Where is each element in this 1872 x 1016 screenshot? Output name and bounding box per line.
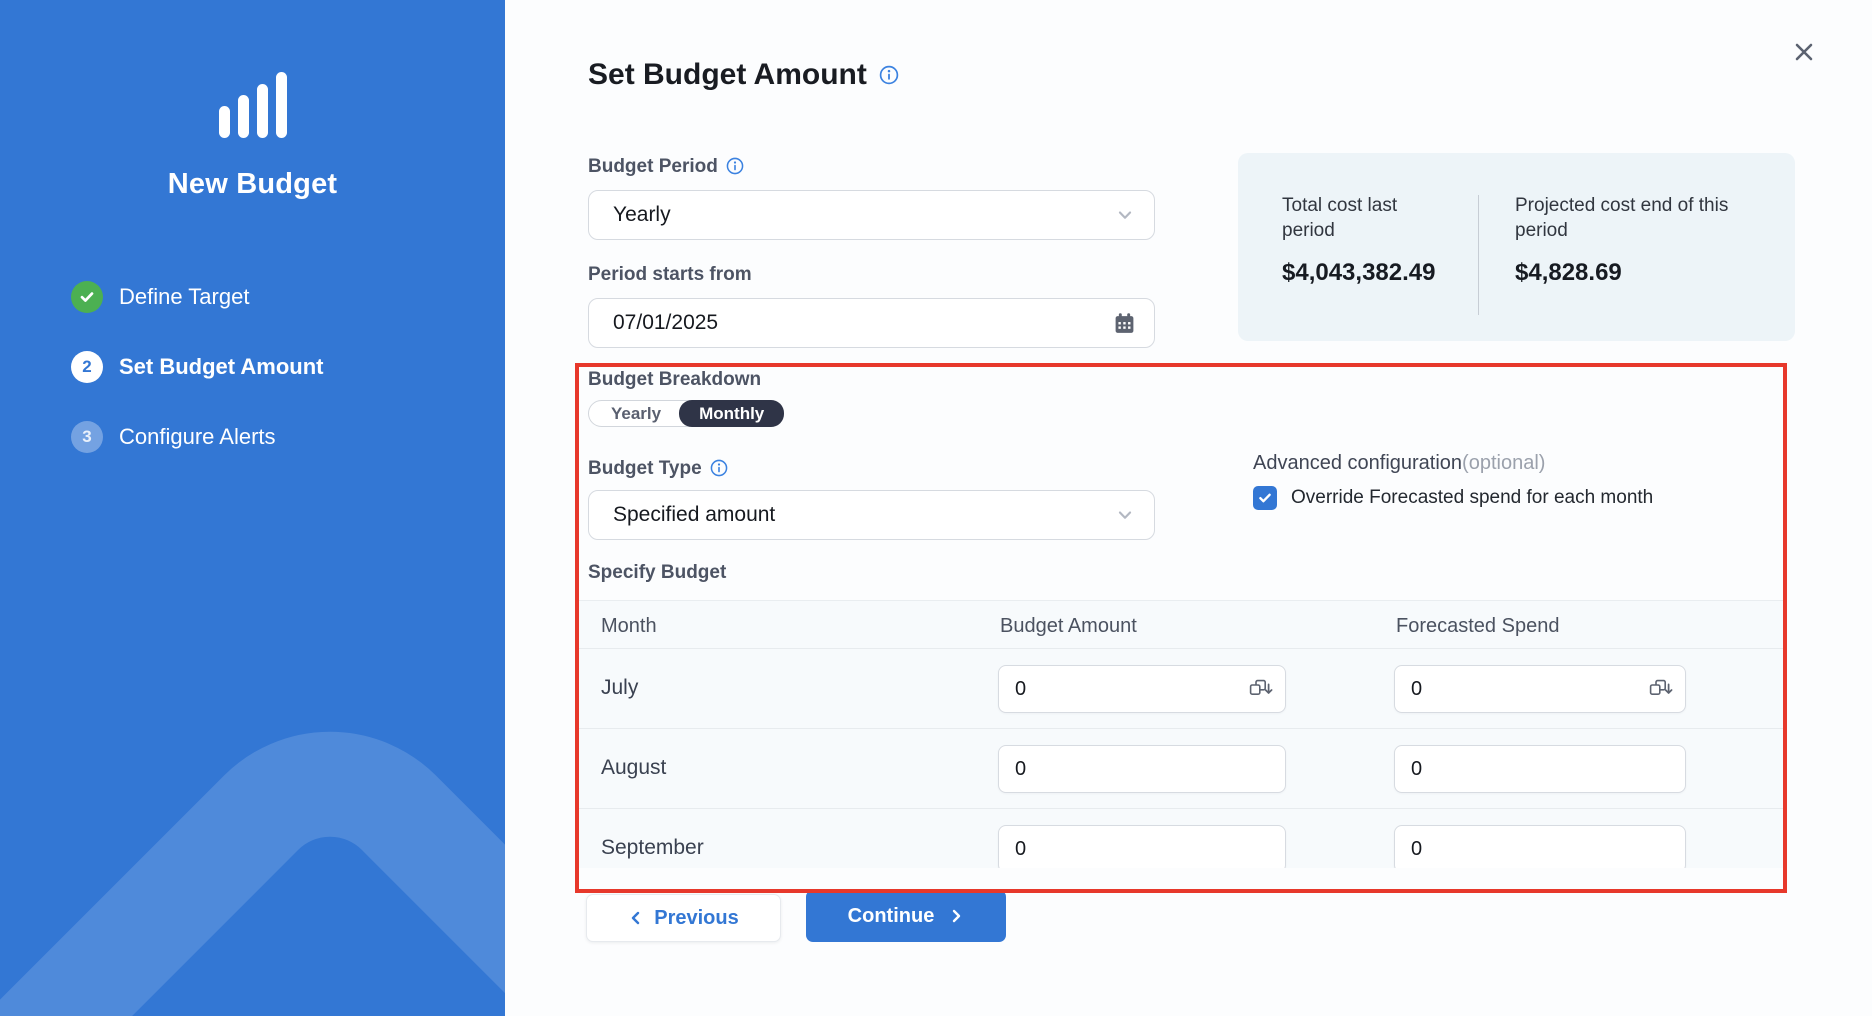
summary-divider: [1478, 195, 1479, 315]
override-forecast-label: Override Forecasted spend for each month: [1291, 487, 1653, 509]
budget-table: Month Budget Amount Forecasted Spend Jul…: [579, 600, 1783, 868]
step-number-badge: 2: [71, 351, 103, 383]
summary-label: Projected cost end of this period: [1515, 193, 1745, 243]
budget-type-select[interactable]: Specified amount: [588, 490, 1155, 540]
close-icon[interactable]: [1788, 36, 1820, 68]
budget-period-label-row: Budget Period: [588, 156, 746, 178]
bar-chart-icon: [219, 72, 287, 138]
budget-table-header: Month Budget Amount Forecasted Spend: [579, 601, 1783, 649]
budget-amount-field: [998, 825, 1286, 868]
step-number-badge: 3: [71, 421, 103, 453]
step-label: Configure Alerts: [119, 424, 276, 450]
step-label: Define Target: [119, 284, 249, 310]
budget-amount-field: [998, 665, 1286, 713]
forecasted-spend-field: [1394, 745, 1686, 793]
copy-down-icon[interactable]: [1248, 679, 1273, 699]
month-label: July: [601, 676, 638, 700]
override-forecast-checkbox-row: Override Forecasted spend for each month: [1253, 486, 1653, 510]
forecasted-spend-input[interactable]: [1411, 678, 1648, 701]
budget-amount-field: [998, 745, 1286, 793]
month-label: September: [601, 836, 704, 860]
period-starts-label: Period starts from: [588, 264, 752, 286]
summary-value: $4,828.69: [1515, 259, 1745, 287]
column-header-forecasted-spend: Forecasted Spend: [1396, 615, 1559, 638]
step-configure-alerts[interactable]: 3 Configure Alerts: [71, 421, 324, 453]
copy-down-icon[interactable]: [1648, 679, 1673, 699]
wizard-sidebar: New Budget Define Target 2 Set Budget Am…: [0, 0, 505, 1016]
info-icon[interactable]: [710, 459, 730, 479]
summary-projected-cost: Projected cost end of this period $4,828…: [1515, 193, 1745, 341]
modal-body: Set Budget Amount Budget Period Yearly P…: [505, 0, 1872, 1016]
previous-button[interactable]: Previous: [586, 894, 781, 942]
budget-type-label: Budget Type: [588, 458, 702, 480]
budget-type-value: Specified amount: [613, 503, 775, 527]
chevron-down-icon: [1116, 506, 1134, 524]
info-icon[interactable]: [879, 65, 899, 85]
info-icon[interactable]: [726, 157, 746, 177]
budget-type-label-row: Budget Type: [588, 458, 730, 480]
advanced-config-optional: (optional): [1462, 452, 1545, 474]
step-label: Set Budget Amount: [119, 354, 324, 380]
chevron-left-icon: [628, 910, 644, 926]
period-start-date-input[interactable]: [613, 311, 1113, 335]
column-header-budget-amount: Budget Amount: [1000, 615, 1137, 638]
budget-breakdown-label: Budget Breakdown: [588, 369, 761, 391]
column-header-month: Month: [601, 615, 657, 638]
budget-period-label: Budget Period: [588, 156, 718, 178]
forecasted-spend-field: [1394, 825, 1686, 868]
cost-summary-card: Total cost last period $4,043,382.49 Pro…: [1238, 153, 1795, 341]
chevron-down-icon: [1116, 206, 1134, 224]
step-complete-check-icon: [71, 281, 103, 313]
continue-button[interactable]: Continue: [806, 890, 1006, 942]
forecasted-spend-input[interactable]: [1411, 758, 1673, 781]
override-forecast-checkbox[interactable]: [1253, 486, 1277, 510]
summary-value: $4,043,382.49: [1282, 259, 1450, 287]
budget-period-value: Yearly: [613, 203, 671, 227]
specify-budget-label: Specify Budget: [588, 562, 726, 584]
budget-period-select[interactable]: Yearly: [588, 190, 1155, 240]
continue-label: Continue: [848, 905, 935, 928]
step-set-budget-amount[interactable]: 2 Set Budget Amount: [71, 351, 324, 383]
page-title: Set Budget Amount: [588, 58, 867, 92]
summary-total-cost: Total cost last period $4,043,382.49: [1282, 193, 1450, 341]
wizard-steps: Define Target 2 Set Budget Amount 3 Conf…: [71, 281, 324, 491]
budget-amount-input[interactable]: [1015, 678, 1248, 701]
wizard-title: New Budget: [0, 168, 505, 201]
period-start-date-field: [588, 298, 1155, 348]
advanced-config-text: Advanced configuration: [1253, 452, 1462, 474]
step-define-target[interactable]: Define Target: [71, 281, 324, 313]
table-row-august: August: [579, 729, 1783, 809]
decorative-ring: [0, 670, 505, 1016]
calendar-icon[interactable]: [1113, 312, 1136, 335]
chevron-right-icon: [948, 908, 964, 924]
table-row-july: July: [579, 649, 1783, 729]
page-title-row: Set Budget Amount: [588, 58, 899, 92]
table-row-september: September: [579, 809, 1783, 868]
summary-label: Total cost last period: [1282, 193, 1450, 243]
toggle-option-yearly[interactable]: Yearly: [589, 404, 679, 424]
forecasted-spend-field: [1394, 665, 1686, 713]
budget-amount-input[interactable]: [1015, 758, 1273, 781]
toggle-option-monthly[interactable]: Monthly: [679, 400, 784, 427]
month-label: August: [601, 756, 666, 780]
forecasted-spend-input[interactable]: [1411, 838, 1673, 861]
budget-breakdown-toggle[interactable]: Yearly Monthly: [588, 400, 784, 427]
budget-amount-input[interactable]: [1015, 838, 1273, 861]
advanced-config-title: Advanced configuration(optional): [1253, 452, 1545, 475]
previous-label: Previous: [654, 907, 738, 930]
